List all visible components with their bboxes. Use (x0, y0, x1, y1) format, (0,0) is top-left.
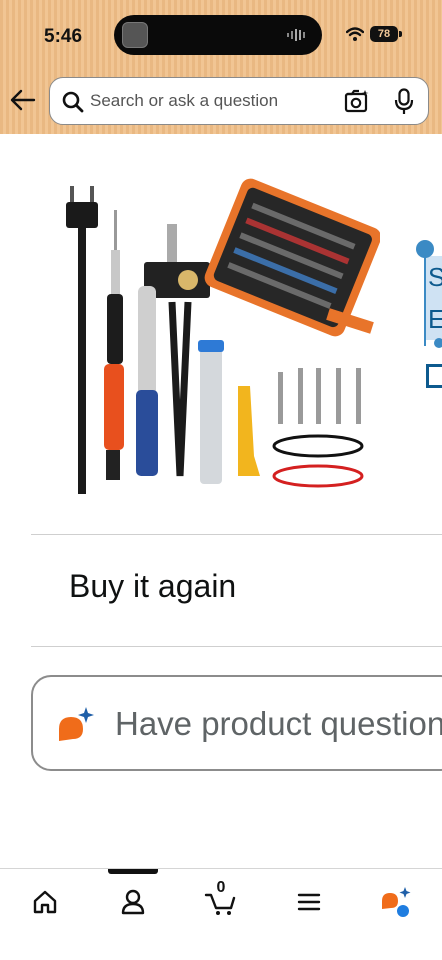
rufus-icon (382, 887, 411, 917)
divider (31, 534, 442, 535)
camera-lens-icon[interactable] (344, 89, 370, 113)
battery-indicator: 78 (370, 26, 398, 42)
divider (31, 646, 442, 647)
microphone-icon[interactable] (394, 88, 414, 115)
selected-text-fragment-2: E (428, 304, 442, 334)
now-playing-thumbnail (122, 22, 148, 48)
audio-wave-icon (287, 29, 305, 41)
app-header: 5:46 78 (0, 0, 442, 134)
back-arrow-icon[interactable] (10, 88, 36, 112)
product-image-area[interactable] (0, 134, 442, 534)
selection-handle-end[interactable] (434, 338, 442, 348)
status-bar: 5:46 78 (0, 0, 442, 70)
nav-menu[interactable] (284, 881, 334, 921)
active-tab-indicator (108, 869, 158, 874)
dynamic-island[interactable] (114, 15, 322, 55)
buy-it-again-link[interactable]: Buy it again (69, 568, 236, 605)
bottom-nav: 0 (0, 868, 442, 960)
product-questions-button[interactable]: Have product questions? (31, 675, 442, 771)
clipped-icon-fragment (426, 364, 442, 388)
home-icon (33, 890, 57, 914)
battery-nub (399, 31, 402, 37)
nav-home[interactable] (20, 881, 70, 921)
selected-text-fragment-1: S (428, 262, 442, 292)
rufus-sparkle-icon (59, 707, 94, 741)
nav-rufus[interactable] (372, 881, 422, 921)
search-input[interactable] (90, 78, 330, 124)
status-time: 5:46 (44, 26, 83, 47)
nav-account[interactable] (108, 881, 158, 921)
search-bar[interactable] (49, 77, 429, 125)
wifi-icon (346, 27, 364, 41)
nav-cart[interactable]: 0 (196, 879, 246, 921)
questions-prompt: Have product questions? (115, 705, 442, 742)
menu-icon (297, 893, 321, 911)
person-icon (121, 889, 145, 915)
selection-caret (424, 256, 426, 346)
cart-count-badge: 0 (216, 879, 226, 896)
soldering-kit-image (66, 178, 380, 494)
selection-handle-start[interactable] (416, 240, 434, 258)
search-icon (62, 91, 84, 113)
